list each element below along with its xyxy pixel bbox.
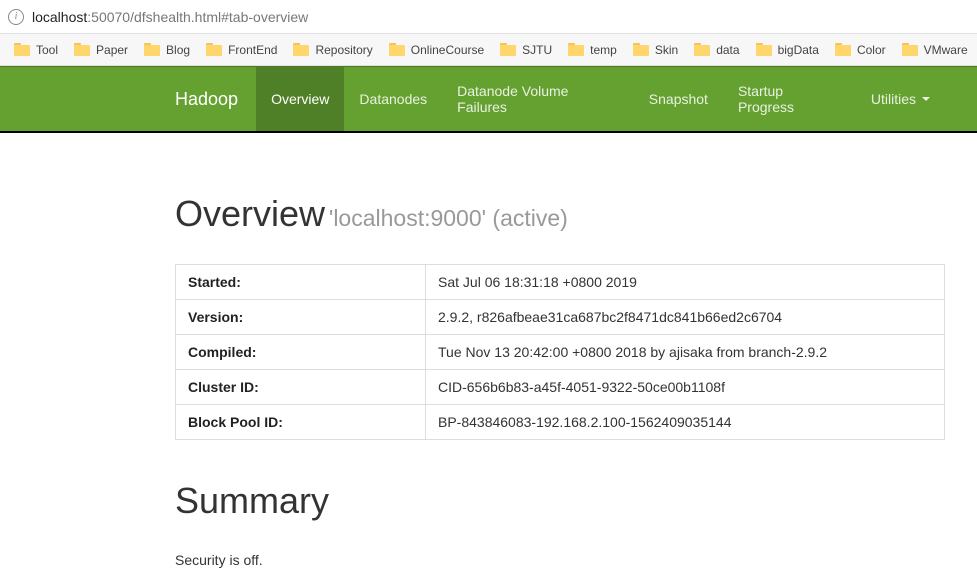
bookmark-folder[interactable]: Skin (627, 41, 684, 59)
bookmark-label: Color (857, 43, 886, 57)
bookmark-folder[interactable]: data (688, 41, 745, 59)
folder-icon (500, 43, 516, 56)
bookmark-label: SJTU (522, 43, 552, 57)
bookmark-label: OnlineCourse (411, 43, 484, 57)
bookmark-folder[interactable]: Paper (68, 41, 134, 59)
bookmark-label: VMware (924, 43, 968, 57)
bookmarks-bar: Tool Paper Blog FrontEnd Repository OnlineCou… (0, 34, 977, 66)
nav-tab-startup-progress[interactable]: Startup Progress (723, 67, 856, 131)
bookmark-label: Blog (166, 43, 190, 57)
row-value: Sat Jul 06 18:31:18 +0800 2019 (426, 265, 945, 300)
summary-header: Summary (175, 480, 945, 522)
bookmark-folder[interactable]: SJTU (494, 41, 558, 59)
folder-icon (756, 43, 772, 56)
page-subtitle: 'localhost:9000' (active) (329, 205, 568, 231)
row-key: Version: (176, 300, 426, 335)
bookmark-label: Paper (96, 43, 128, 57)
bookmark-label: bigData (778, 43, 819, 57)
bookmark-folder[interactable]: OnlineCourse (383, 41, 490, 59)
folder-icon (206, 43, 222, 56)
folder-icon (694, 43, 710, 56)
bookmark-label: FrontEnd (228, 43, 277, 57)
row-key: Cluster ID: (176, 370, 426, 405)
nav-tab-label: Startup Progress (738, 83, 841, 115)
nav-tab-label: Snapshot (649, 91, 708, 107)
folder-icon (389, 43, 405, 56)
nav-tab-snapshot[interactable]: Snapshot (634, 67, 723, 131)
address-bar[interactable]: i localhost:50070/dfshealth.html#tab-ove… (0, 0, 977, 34)
folder-icon (293, 43, 309, 56)
bookmark-label: Tool (36, 43, 58, 57)
bookmark-folder[interactable]: Blog (138, 41, 196, 59)
row-key: Started: (176, 265, 426, 300)
row-value: CID-656b6b83-a45f-4051-9322-50ce00b1108f (426, 370, 945, 405)
bookmark-folder[interactable]: bigData (750, 41, 825, 59)
folder-icon (568, 43, 584, 56)
nav-tab-datanode-volume-failures[interactable]: Datanode Volume Failures (442, 67, 634, 131)
folder-icon (902, 43, 918, 56)
nav-tab-label: Utilities (871, 91, 916, 107)
row-key: Compiled: (176, 335, 426, 370)
url-text: localhost:50070/dfshealth.html#tab-overv… (32, 9, 308, 25)
summary-security: Security is off. (175, 552, 945, 568)
bookmark-folder[interactable]: VMware (896, 41, 974, 59)
page-header: Overview 'localhost:9000' (active) (175, 193, 945, 244)
table-row: Started:Sat Jul 06 18:31:18 +0800 2019 (176, 265, 945, 300)
bookmark-folder[interactable]: FrontEnd (200, 41, 283, 59)
bookmark-folder[interactable]: Repository (287, 41, 378, 59)
bookmark-folder[interactable]: Tool (8, 41, 64, 59)
row-value: 2.9.2, r826afbeae31ca687bc2f8471dc841b66… (426, 300, 945, 335)
overview-table: Started:Sat Jul 06 18:31:18 +0800 2019Ve… (175, 264, 945, 440)
nav-tab-label: Datanode Volume Failures (457, 83, 619, 115)
row-key: Block Pool ID: (176, 405, 426, 440)
folder-icon (74, 43, 90, 56)
bookmark-label: Repository (315, 43, 372, 57)
page-title: Overview (175, 193, 325, 234)
folder-icon (835, 43, 851, 56)
info-icon[interactable]: i (8, 9, 24, 25)
nav-tab-label: Overview (271, 91, 329, 107)
folder-icon (144, 43, 160, 56)
table-row: Block Pool ID:BP-843846083-192.168.2.100… (176, 405, 945, 440)
nav-tab-label: Datanodes (359, 91, 427, 107)
summary-title: Summary (175, 480, 945, 522)
folder-icon (633, 43, 649, 56)
caret-icon (922, 97, 930, 101)
brand[interactable]: Hadoop (175, 67, 256, 131)
folder-icon (14, 43, 30, 56)
nav-tab-overview[interactable]: Overview (256, 67, 344, 131)
bookmark-folder[interactable]: Color (829, 41, 892, 59)
bookmark-label: temp (590, 43, 617, 57)
table-row: Cluster ID:CID-656b6b83-a45f-4051-9322-5… (176, 370, 945, 405)
bookmark-label: data (716, 43, 739, 57)
nav-tab-datanodes[interactable]: Datanodes (344, 67, 442, 131)
row-value: Tue Nov 13 20:42:00 +0800 2018 by ajisak… (426, 335, 945, 370)
navbar: Hadoop Overview Datanodes Datanode Volume … (0, 66, 977, 133)
nav-tab-utilities[interactable]: Utilities (856, 67, 945, 131)
bookmark-folder[interactable]: temp (562, 41, 623, 59)
table-row: Compiled:Tue Nov 13 20:42:00 +0800 2018 … (176, 335, 945, 370)
table-row: Version:2.9.2, r826afbeae31ca687bc2f8471… (176, 300, 945, 335)
bookmark-label: Skin (655, 43, 678, 57)
row-value: BP-843846083-192.168.2.100-1562409035144 (426, 405, 945, 440)
